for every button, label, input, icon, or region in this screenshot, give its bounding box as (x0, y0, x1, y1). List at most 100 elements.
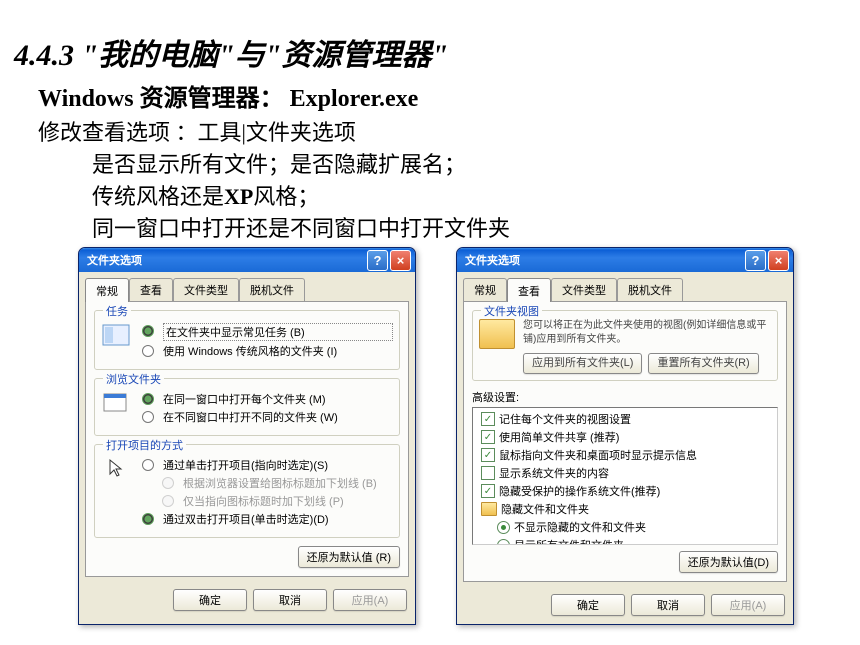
apply-button[interactable]: 应用(A) (711, 594, 785, 616)
radio-same-window[interactable] (142, 393, 154, 405)
restore-defaults-button[interactable]: 还原为默认值(D) (679, 551, 778, 573)
text: 传统风格还是 (92, 184, 224, 209)
group-tasks: 任务 在文件夹中显示常见任务 (B) 使用 Windows 传统风格的文件夹 (… (94, 310, 400, 370)
section-subheading: Windows 资源管理器： Explorer.exe (38, 78, 846, 113)
tab-offline[interactable]: 脱机文件 (239, 278, 305, 301)
advanced-item-label: 显示系统文件夹的内容 (499, 465, 609, 481)
tab-filetypes[interactable]: 文件类型 (551, 278, 617, 301)
dialogs-row: 文件夹选项 ? × 常规 查看 文件类型 脱机文件 任务 (78, 247, 846, 625)
advanced-item-label: 不显示隐藏的文件和文件夹 (514, 519, 646, 535)
group-browse: 浏览文件夹 在同一窗口中打开每个文件夹 (M) 在不同窗口中打开不同的文件夹 (… (94, 378, 400, 436)
text-line: 传统风格还是XP风格； (92, 179, 846, 211)
text-line: 同一窗口中打开还是不同窗口中打开文件夹 (92, 211, 846, 243)
tab-bar: 常规 查看 文件类型 脱机文件 (79, 272, 415, 301)
tab-offline[interactable]: 脱机文件 (617, 278, 683, 301)
tab-general[interactable]: 常规 (85, 278, 129, 302)
folder-options-dialog-general: 文件夹选项 ? × 常规 查看 文件类型 脱机文件 任务 (78, 247, 416, 625)
advanced-item[interactable]: ✓ 使用简单文件共享 (推荐) (475, 428, 775, 446)
radio-label: 仅当指向图标标题时加下划线 (P) (183, 493, 393, 509)
text-line: 是否显示所有文件；是否隐藏扩展名； (92, 147, 846, 179)
help-button[interactable]: ? (745, 250, 766, 271)
apply-all-folders-button[interactable]: 应用到所有文件夹(L) (523, 353, 642, 374)
radio-label: 通过单击打开项目(指向时选定)(S) (163, 457, 393, 473)
section-heading: 4.4.3 "我的电脑"与"资源管理器" (14, 30, 846, 74)
advanced-item[interactable]: 不显示隐藏的文件和文件夹 (475, 518, 775, 536)
group-legend: 打开项目的方式 (103, 437, 186, 453)
ok-button[interactable]: 确定 (173, 589, 247, 611)
tab-general[interactable]: 常规 (463, 278, 507, 301)
checkbox-icon[interactable] (481, 466, 495, 480)
dialog-title: 文件夹选项 (465, 252, 743, 268)
close-button[interactable]: × (768, 250, 789, 271)
advanced-item[interactable]: ✓ 记住每个文件夹的视图设置 (475, 410, 775, 428)
apply-button[interactable]: 应用(A) (333, 589, 407, 611)
advanced-item[interactable]: ✓ 隐藏受保护的操作系统文件(推荐) (475, 482, 775, 500)
advanced-item[interactable]: ✓ 鼠标指向文件夹和桌面项时显示提示信息 (475, 446, 775, 464)
checkbox-icon[interactable]: ✓ (481, 430, 495, 444)
folder-options-dialog-view: 文件夹选项 ? × 常规 查看 文件类型 脱机文件 文件夹视图 您可以将正在为此… (456, 247, 794, 625)
view-description: 您可以将正在为此文件夹使用的视图(例如详细信息或平铺)应用到所有文件夹。 (523, 319, 771, 347)
advanced-item[interactable]: 隐藏文件和文件夹 (475, 500, 775, 518)
radio-label: 在同一窗口中打开每个文件夹 (M) (163, 391, 393, 407)
radio-label: 在文件夹中显示常见任务 (B) (163, 323, 393, 341)
advanced-item[interactable]: 显示系统文件夹的内容 (475, 464, 775, 482)
checkbox-icon[interactable]: ✓ (481, 484, 495, 498)
advanced-settings-list[interactable]: ✓ 记住每个文件夹的视图设置 ✓ 使用简单文件共享 (推荐) ✓ 鼠标指向文件夹和桌面项时… (472, 407, 778, 545)
titlebar[interactable]: 文件夹选项 ? × (79, 248, 415, 272)
text-bold: XP (224, 184, 253, 209)
radio-single-click[interactable] (142, 459, 154, 471)
help-button[interactable]: ? (367, 250, 388, 271)
document-page: 4.4.3 "我的电脑"与"资源管理器" Windows 资源管理器： Expl… (0, 0, 860, 645)
browse-icon (101, 389, 131, 417)
cancel-button[interactable]: 取消 (631, 594, 705, 616)
radio-underline-hover (162, 495, 174, 507)
radio-new-window[interactable] (142, 411, 154, 423)
checkbox-icon[interactable]: ✓ (481, 412, 495, 426)
advanced-item-label: 使用简单文件共享 (推荐) (499, 429, 619, 445)
tab-bar: 常规 查看 文件类型 脱机文件 (457, 272, 793, 301)
restore-defaults-button[interactable]: 还原为默认值 (R) (298, 546, 400, 568)
folder-icon (481, 502, 497, 516)
group-legend: 文件夹视图 (481, 303, 542, 319)
text-line: 修改查看选项 ：工具|文件夹选项 (38, 115, 846, 147)
advanced-label: 高级设置: (472, 389, 778, 405)
cursor-icon (101, 455, 131, 483)
radio-underline-browser (162, 477, 174, 489)
advanced-item[interactable]: 显示所有文件和文件夹 (475, 536, 775, 545)
advanced-item-label: 鼠标指向文件夹和桌面项时显示提示信息 (499, 447, 697, 463)
radio-icon[interactable] (497, 539, 510, 546)
tab-filetypes[interactable]: 文件类型 (173, 278, 239, 301)
group-legend: 任务 (103, 303, 131, 319)
radio-classic-folders[interactable] (142, 345, 154, 357)
radio-label: 使用 Windows 传统风格的文件夹 (I) (163, 343, 393, 359)
titlebar[interactable]: 文件夹选项 ? × (457, 248, 793, 272)
reset-all-folders-button[interactable]: 重置所有文件夹(R) (648, 353, 758, 374)
advanced-item-label: 记住每个文件夹的视图设置 (499, 411, 631, 427)
advanced-item-label: 显示所有文件和文件夹 (514, 537, 624, 545)
folder-icon (479, 319, 515, 349)
radio-show-common-tasks[interactable] (142, 325, 154, 337)
advanced-item-label: 隐藏受保护的操作系统文件(推荐) (499, 483, 660, 499)
tasks-icon (101, 321, 131, 349)
radio-label: 通过双击打开项目(单击时选定)(D) (163, 511, 393, 527)
text: 风格； (253, 184, 319, 209)
dialog-footer: 确定 取消 应用(A) (79, 583, 415, 619)
group-click: 打开项目的方式 通过单击打开项目(指向时选定)(S) 根据浏览器设置给图标标题加… (94, 444, 400, 538)
radio-label: 根据浏览器设置给图标标题加下划线 (B) (183, 475, 393, 491)
checkbox-icon[interactable]: ✓ (481, 448, 495, 462)
radio-label: 在不同窗口中打开不同的文件夹 (W) (163, 409, 393, 425)
dialog-footer: 确定 取消 应用(A) (457, 588, 793, 624)
tab-body: 任务 在文件夹中显示常见任务 (B) 使用 Windows 传统风格的文件夹 (… (85, 301, 409, 577)
tab-body: 文件夹视图 您可以将正在为此文件夹使用的视图(例如详细信息或平铺)应用到所有文件… (463, 301, 787, 582)
dialog-title: 文件夹选项 (87, 252, 365, 268)
advanced-item-label: 隐藏文件和文件夹 (501, 501, 589, 517)
radio-double-click[interactable] (142, 513, 154, 525)
group-folder-view: 文件夹视图 您可以将正在为此文件夹使用的视图(例如详细信息或平铺)应用到所有文件… (472, 310, 778, 381)
group-legend: 浏览文件夹 (103, 371, 164, 387)
tab-view[interactable]: 查看 (507, 278, 551, 302)
close-button[interactable]: × (390, 250, 411, 271)
tab-view[interactable]: 查看 (129, 278, 173, 301)
cancel-button[interactable]: 取消 (253, 589, 327, 611)
radio-icon[interactable] (497, 521, 510, 534)
ok-button[interactable]: 确定 (551, 594, 625, 616)
